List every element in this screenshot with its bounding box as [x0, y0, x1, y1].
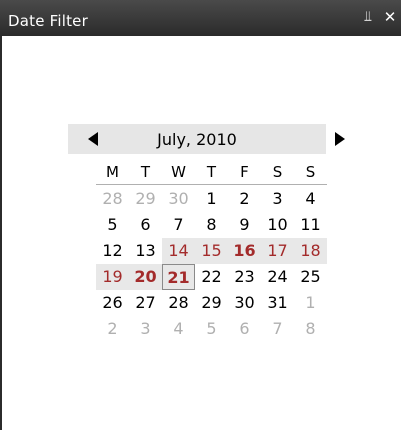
calendar-day[interactable]: 6	[228, 316, 261, 342]
weekday-header: T	[140, 163, 151, 181]
weekday-header: T	[206, 163, 217, 181]
calendar-week-row: 28 29 30 1 2 3 4	[96, 186, 327, 212]
calendar-day[interactable]: 3	[261, 186, 294, 212]
calendar-day[interactable]: 30	[228, 290, 261, 316]
weekday-header: F	[240, 163, 249, 181]
calendar-day[interactable]: 24	[261, 264, 294, 290]
calendar-day[interactable]: 2	[96, 316, 129, 342]
calendar-day[interactable]: 25	[294, 264, 327, 290]
calendar-day[interactable]: 18	[294, 238, 327, 264]
calendar-day[interactable]: 3	[129, 316, 162, 342]
calendar-day[interactable]: 23	[228, 264, 261, 290]
calendar-day[interactable]: 1	[195, 186, 228, 212]
calendar-day[interactable]: 16	[228, 238, 261, 264]
calendar-day[interactable]: 26	[96, 290, 129, 316]
panel-titlebar: Date Filter ⫫ ✕	[0, 0, 401, 36]
month-label: July, 2010	[157, 130, 237, 149]
calendar-day[interactable]: 14	[162, 238, 195, 264]
calendar-day[interactable]: 4	[294, 186, 327, 212]
calendar-week-row: 2345678	[96, 316, 327, 342]
calendar-day[interactable]: 31	[261, 290, 294, 316]
calendar-day[interactable]: 29	[195, 290, 228, 316]
calendar-day[interactable]: 7	[261, 316, 294, 342]
calendar-day[interactable]: 7	[162, 212, 195, 238]
calendar-header: July, 2010	[68, 124, 345, 154]
weekday-header: M	[106, 163, 119, 181]
calendar-week-row: 26 27 28 29 30 31 1	[96, 290, 327, 316]
triangle-right-icon[interactable]	[329, 129, 349, 149]
calendar-day[interactable]: 13	[129, 238, 162, 264]
calendar-day[interactable]: 29	[129, 186, 162, 212]
weekday-header: S	[272, 163, 283, 181]
calendar-day[interactable]: 5	[96, 212, 129, 238]
calendar-day[interactable]: 22	[195, 264, 228, 290]
calendar-day[interactable]: 8	[294, 316, 327, 342]
calendar-day[interactable]: 5	[195, 316, 228, 342]
calendar-day[interactable]: 6	[129, 212, 162, 238]
calendar: July, 2010 M T W T F S S 28 29 30 1 2 3 4 5 6 7 8 9…	[68, 124, 345, 338]
pin-icon[interactable]: ⫫	[359, 8, 377, 26]
calendar-day[interactable]: 9	[228, 212, 261, 238]
calendar-day[interactable]: 19	[96, 264, 129, 290]
calendar-day[interactable]: 12	[96, 238, 129, 264]
calendar-day[interactable]: 10	[261, 212, 294, 238]
weekday-header: W	[171, 163, 186, 181]
calendar-day[interactable]: 11	[294, 212, 327, 238]
calendar-day[interactable]: 20	[129, 264, 162, 290]
calendar-week-row: 5 6 7 8 9 10 11	[96, 212, 327, 238]
calendar-day[interactable]: 8	[195, 212, 228, 238]
close-icon[interactable]: ✕	[381, 8, 399, 26]
calendar-day[interactable]: 2	[228, 186, 261, 212]
calendar-week-row: 19 20 21 22 23 24 25	[96, 264, 327, 290]
panel-title: Date Filter	[8, 12, 88, 30]
calendar-day[interactable]: 15	[195, 238, 228, 264]
panel-left-border	[0, 36, 2, 430]
calendar-grid: 28 29 30 1 2 3 4 5 6 7 8 9 10 11 12 13 14 15 16 17 18 19 20 21 2…	[96, 186, 327, 342]
calendar-day[interactable]: 4	[162, 316, 195, 342]
weekday-header: S	[305, 163, 316, 181]
calendar-week-row: 12 13 14 15 16 17 18	[96, 238, 327, 264]
calendar-day[interactable]: 17	[261, 238, 294, 264]
calendar-day[interactable]: 30	[162, 186, 195, 212]
calendar-day[interactable]: 28	[96, 186, 129, 212]
calendar-day[interactable]: 1	[294, 290, 327, 316]
weekday-header-row: M T W T F S S	[96, 160, 327, 185]
calendar-day[interactable]: 27	[129, 290, 162, 316]
calendar-day[interactable]: 28	[162, 290, 195, 316]
calendar-day[interactable]: 21	[162, 264, 195, 290]
